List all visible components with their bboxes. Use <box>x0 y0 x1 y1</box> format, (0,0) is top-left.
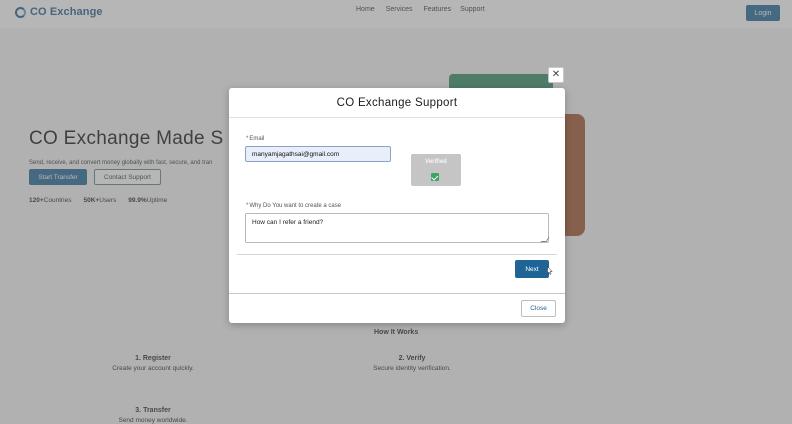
email-field[interactable] <box>245 146 391 162</box>
email-label: *Email <box>246 136 265 142</box>
modal-title: CO Exchange Support <box>336 96 458 109</box>
verified-label: Verified <box>425 159 447 165</box>
divider <box>237 254 557 255</box>
verified-badge: Verified <box>411 154 461 186</box>
reason-textarea[interactable]: How can I refer a friend? <box>245 213 549 243</box>
next-button[interactable]: Next <box>515 260 549 278</box>
reason-label: *Why Do You want to create a case <box>246 203 342 209</box>
footer-divider <box>229 293 565 294</box>
modal-close-icon[interactable]: ✕ <box>548 67 564 83</box>
modal-header: CO Exchange Support <box>229 88 565 118</box>
close-button[interactable]: Close <box>521 300 556 317</box>
mouse-cursor-icon <box>547 266 553 275</box>
checkmark-icon <box>431 173 439 181</box>
support-modal: CO Exchange Support *Email Verified *Why… <box>229 88 565 323</box>
